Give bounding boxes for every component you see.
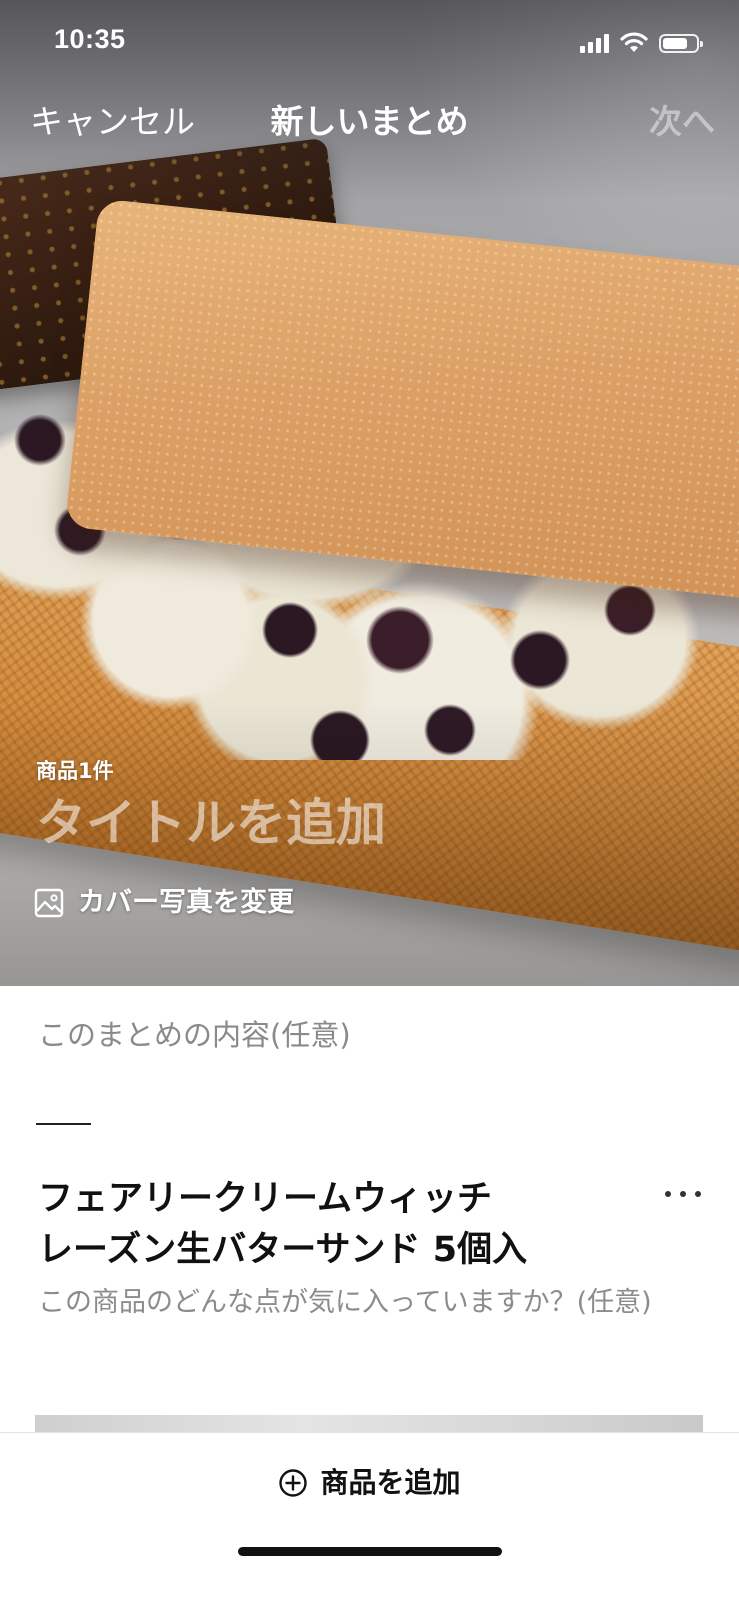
product-name-line: フェアリークリームウィッチ <box>38 1179 492 1219</box>
add-product-button[interactable]: 商品を追加 <box>0 1463 739 1503</box>
more-horizontal-icon <box>665 1191 671 1197</box>
cellular-signal-icon <box>580 33 609 53</box>
section-divider <box>36 1123 91 1125</box>
change-cover-button[interactable]: カバー写真を変更 <box>34 884 294 922</box>
product-comment-input[interactable]: この商品のどんな点が気に入っていますか？(任意) <box>38 1282 698 1323</box>
product-name: フェアリークリームウィッチ レーズン生バターサンド 5個入 <box>38 1174 638 1276</box>
status-icons <box>580 32 703 54</box>
change-cover-label: カバー写真を変更 <box>78 887 294 918</box>
summary-description-input[interactable] <box>38 1014 698 1056</box>
bottom-bar: 商品を追加 <box>0 1432 739 1600</box>
item-count: 商品1件 <box>36 759 114 783</box>
add-product-label: 商品を追加 <box>320 1466 461 1499</box>
plus-circle-icon <box>279 1469 308 1497</box>
status-time: 10:35 <box>54 24 126 54</box>
next-button[interactable]: 次へ <box>649 100 715 144</box>
title-input[interactable]: タイトルを追加 <box>36 790 386 856</box>
status-bar: 10:35 <box>0 0 739 88</box>
home-indicator <box>238 1547 502 1556</box>
battery-level <box>663 37 687 49</box>
product-name-line: レーズン生バターサンド 5個入 <box>38 1230 528 1270</box>
battery-icon <box>659 33 703 53</box>
more-options-button[interactable] <box>665 1182 701 1206</box>
image-icon <box>34 888 64 918</box>
product-image <box>35 1415 703 1432</box>
summary-content: フェアリークリームウィッチ レーズン生バターサンド 5個入 この商品のどんな点が… <box>0 986 739 1432</box>
wifi-icon <box>620 32 648 52</box>
cancel-button[interactable]: キャンセル <box>30 100 195 144</box>
